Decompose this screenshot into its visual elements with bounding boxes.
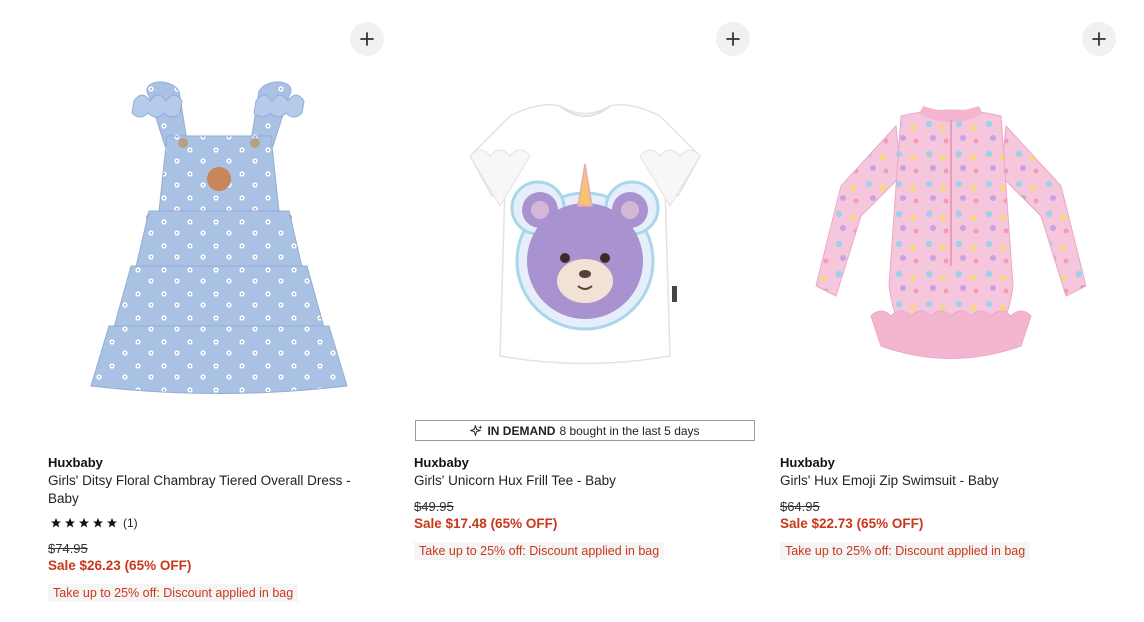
plus-icon [360,32,374,46]
original-price: $64.95 [780,499,820,514]
badge-text: 8 bought in the last 5 days [559,423,700,438]
star-icon [93,518,103,528]
add-to-list-button[interactable] [1082,22,1116,56]
product-card[interactable]: Huxbaby Girls' Ditsy Floral Chambray Tie… [48,0,390,622]
product-title[interactable]: Girls' Unicorn Hux Frill Tee - Baby [414,472,744,490]
add-to-list-button[interactable] [716,22,750,56]
product-image[interactable] [780,56,1122,416]
product-title[interactable]: Girls' Hux Emoji Zip Swimsuit - Baby [780,472,1110,490]
chambray-overall-dress-image [90,81,348,394]
original-price: $49.95 [414,499,454,514]
star-icon [79,518,89,528]
product-image[interactable] [48,56,390,416]
emoji-zip-swimsuit-image [815,106,1087,359]
star-icon [107,518,117,528]
product-title[interactable]: Girls' Ditsy Floral Chambray Tiered Over… [48,472,378,508]
badge-label: IN DEMAND [487,423,556,438]
promo-message: Take up to 25% off: Discount applied in … [780,542,1031,560]
sparkle-icon [470,424,483,437]
promo-message: Take up to 25% off: Discount applied in … [48,584,299,602]
promo-message: Take up to 25% off: Discount applied in … [414,542,665,560]
product-brand[interactable]: Huxbaby [414,455,469,470]
review-count: (1) [123,516,138,530]
product-grid: Huxbaby Girls' Ditsy Floral Chambray Tie… [0,0,1144,622]
in-demand-badge: IN DEMAND 8 bought in the last 5 days [415,420,755,441]
star-rating [50,517,118,529]
star-icon [51,518,61,528]
add-to-list-button[interactable] [350,22,384,56]
star-icon [65,518,75,528]
plus-icon [726,32,740,46]
product-rating[interactable]: (1) [50,516,138,530]
unicorn-bear-tee-image [469,104,701,365]
original-price: $74.95 [48,541,88,556]
sale-price: Sale $26.23 (65% OFF) [48,558,192,573]
product-brand[interactable]: Huxbaby [780,455,835,470]
product-card[interactable]: Huxbaby Girls' Hux Emoji Zip Swimsuit - … [780,0,1122,622]
plus-icon [1092,32,1106,46]
product-card[interactable]: IN DEMAND 8 bought in the last 5 days Hu… [414,0,756,622]
product-brand[interactable]: Huxbaby [48,455,103,470]
sale-price: Sale $22.73 (65% OFF) [780,516,924,531]
product-image[interactable] [414,56,756,416]
sale-price: Sale $17.48 (65% OFF) [414,516,558,531]
